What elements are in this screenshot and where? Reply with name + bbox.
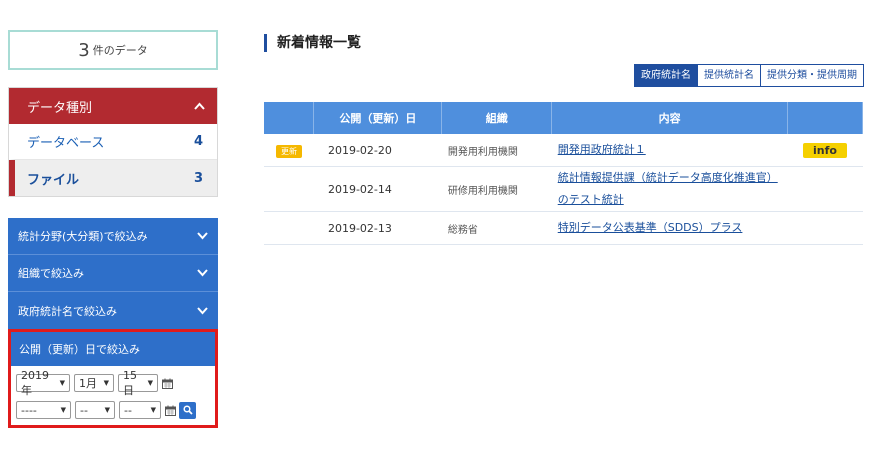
badge-cell bbox=[264, 166, 314, 212]
column-header-content[interactable]: 内容 bbox=[551, 102, 788, 134]
table-row: 2019-02-13 総務省 特別データ公表基準（SDDS）プラス bbox=[264, 211, 863, 245]
info-cell bbox=[787, 166, 863, 212]
chevron-down-icon bbox=[197, 269, 208, 277]
filter-stat-field[interactable]: 統計分野(大分類)で絞込み bbox=[8, 218, 218, 255]
filter-label: 組織で絞込み bbox=[18, 267, 84, 280]
to-year-select[interactable]: ---- ▼ bbox=[16, 401, 71, 419]
filter-organization[interactable]: 組織で絞込み bbox=[8, 255, 218, 292]
main-content: 新着情報一覧 政府統計名 提供統計名 提供分類・提供周期 公開（更新）日 組織 … bbox=[264, 34, 864, 245]
date-cell: 2019-02-20 bbox=[313, 134, 442, 167]
org-cell: 開発用利用機関 bbox=[441, 134, 552, 167]
date-cell: 2019-02-13 bbox=[313, 211, 442, 245]
org-cell: 研修用利用機関 bbox=[441, 166, 552, 212]
sort-provided-stat-name[interactable]: 提供統計名 bbox=[697, 65, 760, 86]
filter-label: 政府統計名で絞込み bbox=[18, 304, 117, 318]
search-icon bbox=[182, 405, 193, 415]
from-month-select[interactable]: 1月 ▼ bbox=[74, 374, 114, 392]
sort-gov-stat-name[interactable]: 政府統計名 bbox=[635, 65, 697, 86]
from-month-value: 1月 bbox=[79, 377, 97, 390]
data-type-label: ファイル bbox=[27, 172, 80, 188]
from-day-value: 15日 bbox=[123, 368, 137, 397]
data-type-panel: データ種別 データベース 4 ファイル 3 bbox=[8, 87, 218, 197]
calendar-icon[interactable] bbox=[165, 405, 176, 416]
data-type-count: 4 bbox=[193, 134, 203, 149]
date-cell: 2019-02-14 bbox=[313, 166, 442, 212]
dropdown-arrow-icon: ▼ bbox=[150, 406, 156, 414]
info-cell: info bbox=[787, 134, 863, 167]
result-count-box: 3 件のデータ bbox=[8, 30, 218, 70]
calendar-icon[interactable] bbox=[162, 378, 173, 389]
chevron-down-icon bbox=[197, 232, 208, 240]
date-filter-section: 公開（更新）日で絞込み 2019年 ▼ 1月 ▼ 15日 ▼ ---- ▼ -- ▼ --… bbox=[8, 329, 218, 428]
date-filter-body: 2019年 ▼ 1月 ▼ 15日 ▼ ---- ▼ -- ▼ -- ▼ bbox=[11, 366, 215, 425]
to-day-value: -- bbox=[124, 403, 132, 417]
sidebar: 3 件のデータ データ種別 データベース 4 ファイル 3 統計分野(大分類)で… bbox=[8, 30, 218, 428]
table-row: 2019-02-14 研修用利用機関 統計情報提供課（統計データ高度化推進官） … bbox=[264, 166, 863, 212]
data-type-header[interactable]: データ種別 bbox=[9, 88, 217, 124]
data-type-title: データ種別 bbox=[27, 100, 93, 116]
column-header-org[interactable]: 組織 bbox=[441, 102, 553, 134]
data-type-item-database[interactable]: データベース 4 bbox=[9, 124, 217, 160]
badge-cell bbox=[264, 211, 314, 245]
chevron-up-icon bbox=[194, 102, 205, 110]
content-cell: 統計情報提供課（統計データ高度化推進官） のテスト統計 bbox=[551, 166, 788, 212]
content-link[interactable]: 特別データ公表基準（SDDS）プラス bbox=[558, 221, 743, 234]
info-cell bbox=[787, 211, 863, 245]
page-title: 新着情報一覧 bbox=[264, 34, 864, 52]
from-year-select[interactable]: 2019年 ▼ bbox=[16, 369, 70, 397]
content-link[interactable]: 統計情報提供課（統計データ高度化推進官） bbox=[558, 167, 782, 189]
to-month-select[interactable]: -- ▼ bbox=[75, 401, 115, 419]
dropdown-arrow-icon: ▼ bbox=[103, 379, 109, 387]
date-search-button[interactable] bbox=[179, 401, 196, 419]
table-row: 更新 2019-02-20 開発用利用機関 開発用政府統計１ info bbox=[264, 134, 863, 167]
result-count: 3 bbox=[78, 39, 90, 61]
dropdown-arrow-icon: ▼ bbox=[59, 379, 65, 387]
from-day-select[interactable]: 15日 ▼ bbox=[118, 369, 158, 397]
info-badge[interactable]: info bbox=[803, 142, 847, 158]
column-header bbox=[264, 102, 315, 134]
to-year-value: ---- bbox=[21, 403, 37, 417]
dropdown-arrow-icon: ▼ bbox=[104, 406, 110, 414]
badge-cell: 更新 bbox=[264, 134, 314, 167]
org-cell: 総務省 bbox=[441, 211, 552, 245]
sort-toggle-group: 政府統計名 提供統計名 提供分類・提供周期 bbox=[634, 64, 864, 87]
column-header bbox=[787, 102, 864, 134]
dropdown-arrow-icon: ▼ bbox=[147, 379, 153, 387]
news-table: 公開（更新）日 組織 内容 更新 2019-02-20 開発用利用機関 開発用政… bbox=[264, 102, 864, 245]
filter-panel: 統計分野(大分類)で絞込み 組織で絞込み 政府統計名で絞込み 公開（更新）日で絞… bbox=[8, 218, 218, 428]
sort-category-period[interactable]: 提供分類・提供周期 bbox=[760, 65, 863, 86]
date-to-row: ---- ▼ -- ▼ -- ▼ bbox=[16, 401, 210, 419]
result-count-unit: 件のデータ bbox=[92, 44, 148, 57]
content-link-cont[interactable]: のテスト統計 bbox=[558, 189, 782, 211]
content-cell: 開発用政府統計１ bbox=[551, 134, 788, 167]
data-type-item-file[interactable]: ファイル 3 bbox=[9, 160, 217, 196]
to-month-value: -- bbox=[80, 403, 88, 417]
chevron-down-icon bbox=[197, 306, 208, 314]
to-day-select[interactable]: -- ▼ bbox=[119, 401, 161, 419]
from-year-value: 2019年 bbox=[21, 368, 49, 397]
update-badge: 更新 bbox=[275, 144, 302, 158]
column-header-date[interactable]: 公開（更新）日 bbox=[313, 102, 443, 134]
filter-gov-stat-name[interactable]: 政府統計名で絞込み bbox=[8, 292, 218, 329]
date-from-row: 2019年 ▼ 1月 ▼ 15日 ▼ bbox=[16, 369, 210, 397]
filter-label: 統計分野(大分類)で絞込み bbox=[18, 230, 148, 243]
content-cell: 特別データ公表基準（SDDS）プラス bbox=[551, 211, 788, 245]
content-link[interactable]: 開発用政府統計１ bbox=[558, 143, 646, 156]
data-type-count: 3 bbox=[193, 170, 203, 186]
data-type-label: データベース bbox=[27, 136, 105, 151]
table-header-row: 公開（更新）日 組織 内容 bbox=[264, 102, 864, 134]
dropdown-arrow-icon: ▼ bbox=[60, 406, 66, 414]
date-filter-header[interactable]: 公開（更新）日で絞込み bbox=[11, 332, 215, 366]
